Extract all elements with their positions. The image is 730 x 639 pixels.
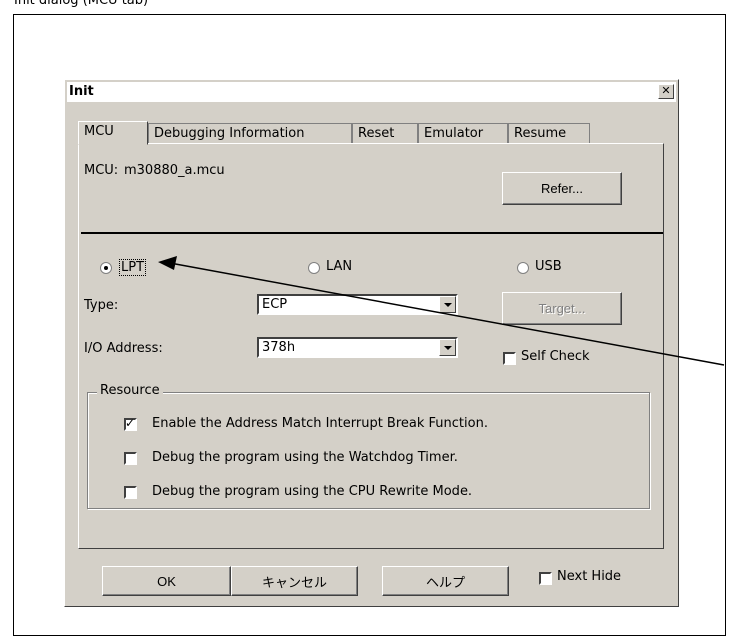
tab-mcu[interactable]: MCU [78, 121, 148, 145]
callout-arrow [158, 256, 725, 366]
